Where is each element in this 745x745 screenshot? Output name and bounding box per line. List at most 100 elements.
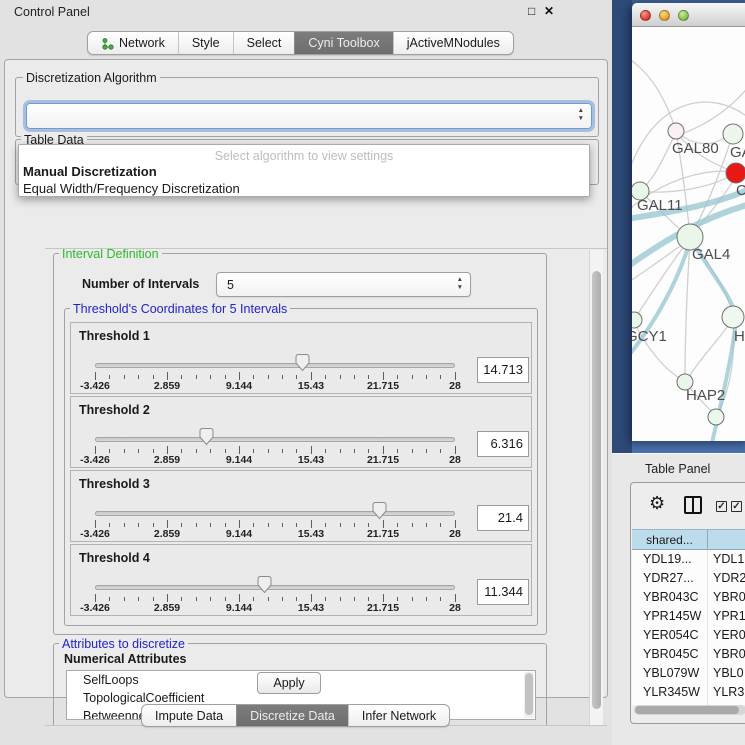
table-row[interactable]: YBR045CYBR0 [632, 645, 745, 664]
cell-shared-name[interactable]: YLR345W [632, 683, 708, 702]
table-row[interactable]: YER054CYER0 [632, 626, 745, 645]
close-icon[interactable]: ✕ [544, 4, 554, 18]
cell-shared-name[interactable]: YBL079W [632, 664, 708, 683]
apply-button[interactable]: Apply [257, 672, 321, 694]
network-node[interactable] [726, 163, 745, 183]
close-traffic-light-icon[interactable] [640, 10, 651, 21]
slider-tick-label: 28 [449, 380, 461, 392]
algorithm-dropdown-popup: Select algorithm to view settings Manual… [18, 144, 590, 197]
tab-discretize-data[interactable]: Discretize Data [236, 705, 348, 726]
minimize-traffic-light-icon[interactable] [659, 10, 670, 21]
group-title: Threshold's Coordinates for 5 Intervals [70, 302, 290, 316]
tab-style[interactable]: Style [178, 32, 233, 54]
cell-name[interactable]: YDL1 [708, 550, 744, 569]
slider-tick-labels: -3.4262.8599.14415.4321.71528 [71, 528, 531, 540]
threshold-slider-thumb[interactable] [256, 575, 273, 594]
slider-tick-labels: -3.4262.8599.14415.4321.71528 [71, 602, 531, 614]
scrollbar-thumb[interactable] [592, 271, 601, 709]
threshold-slider-thumb[interactable] [198, 427, 215, 446]
threshold-label: Threshold 2 [79, 403, 150, 417]
threshold-card: Threshold 4 -3.4262.8599.14415.4321.7152… [70, 544, 532, 616]
threshold-slider-track[interactable] [95, 511, 455, 516]
threshold-slider-track[interactable] [95, 363, 455, 368]
network-node[interactable] [668, 123, 684, 139]
cell-name[interactable]: YBR0 [708, 588, 745, 607]
dropdown-option-manual[interactable]: Manual Discretization [19, 163, 589, 180]
tab-label: jActiveMNodules [407, 36, 500, 50]
network-canvas[interactable]: GAL80GACGAL11GAL4HGCY1HAP2 [632, 27, 745, 441]
cell-name[interactable]: YBL0 [708, 664, 744, 683]
tab-cyni-toolbox[interactable]: Cyni Toolbox [294, 32, 392, 54]
table-row[interactable]: YLR345WYLR3 [632, 683, 745, 702]
slider-tick-label: 21.715 [367, 380, 399, 392]
table-row[interactable]: YBL079WYBL0 [632, 664, 745, 683]
control-panel-title: Control Panel [14, 5, 90, 19]
network-tab-icon [101, 37, 114, 50]
slider-tick-labels: -3.4262.8599.14415.4321.71528 [71, 454, 531, 466]
threshold-value-field[interactable]: 6.316 [477, 431, 529, 457]
threshold-slider-thumb[interactable] [294, 353, 311, 372]
cell-name[interactable]: YBR0 [708, 645, 745, 664]
cell-shared-name[interactable]: YER054C [632, 626, 708, 645]
network-node[interactable] [708, 409, 724, 425]
slider-tick-label: 2.859 [154, 602, 180, 614]
network-node[interactable] [632, 312, 642, 328]
group-title: Attributes to discretize [59, 637, 188, 651]
threshold-value-field[interactable]: 11.344 [477, 579, 529, 605]
table-horizontal-scrollbar[interactable] [634, 705, 745, 715]
slider-tick-label: 21.715 [367, 528, 399, 540]
threshold-card: Threshold 2 -3.4262.8599.14415.4321.7152… [70, 396, 532, 468]
gear-icon[interactable]: ⚙ [649, 493, 665, 514]
threshold-slider-track[interactable] [95, 437, 455, 442]
cell-shared-name[interactable]: YDR27... [632, 569, 708, 588]
attributes-scrollbar[interactable] [524, 672, 534, 718]
slider-tick-label: -3.426 [80, 602, 110, 614]
tab-infer-network[interactable]: Infer Network [348, 705, 449, 726]
table-row[interactable]: YBR043CYBR0 [632, 588, 745, 607]
cell-shared-name[interactable]: YDL19... [632, 550, 708, 569]
checkbox-icon[interactable]: ✓ [716, 501, 727, 512]
zoom-traffic-light-icon[interactable] [678, 10, 689, 21]
network-window-titlebar[interactable] [632, 3, 745, 27]
network-node[interactable] [723, 124, 743, 144]
columns-icon[interactable] [684, 496, 702, 514]
cell-shared-name[interactable]: YBR043C [632, 588, 708, 607]
tab-impute-data[interactable]: Impute Data [142, 705, 236, 726]
tab-label: Impute Data [155, 709, 223, 723]
desktop-shadow-band [612, 0, 632, 453]
table-toolbar: ⚙ ✓ ✓ [631, 483, 745, 528]
checkbox-icon[interactable]: ✓ [731, 501, 742, 512]
dropdown-placeholder: Select algorithm to view settings [19, 145, 589, 163]
dropdown-option-equal-width[interactable]: Equal Width/Frequency Discretization [19, 180, 589, 197]
number-of-intervals-combobox[interactable]: 5 ▲▼ [216, 272, 471, 297]
tab-jactivemnodules[interactable]: jActiveMNodules [393, 32, 513, 54]
slider-tick-label: 9.144 [226, 528, 252, 540]
threshold-slider-thumb[interactable] [371, 501, 388, 520]
table-row[interactable]: YDR27...YDR2 [632, 569, 745, 588]
control-panel-tabs: Network Style Select Cyni Toolbox jActiv… [87, 31, 514, 55]
threshold-value-field[interactable]: 14.713 [477, 357, 529, 383]
settings-vertical-scrollbar[interactable] [589, 250, 603, 726]
algorithm-combobox[interactable]: ▲▼ [26, 103, 592, 129]
slider-tick-labels: -3.4262.8599.14415.4321.71528 [71, 380, 531, 392]
network-node[interactable] [722, 306, 744, 328]
float-window-icon[interactable]: □ [528, 4, 535, 18]
tab-select[interactable]: Select [233, 32, 295, 54]
table-row[interactable]: YDL19...YDL1 [632, 550, 745, 569]
table-panel-box: ⚙ ✓ ✓ shared... name YDL19...YDL1YDR27..… [630, 482, 745, 724]
threshold-slider-track[interactable] [95, 585, 455, 590]
threshold-value-field[interactable]: 21.4 [477, 505, 529, 531]
table-row[interactable]: YPR145WYPR1 [632, 607, 745, 626]
cell-shared-name[interactable]: YPR145W [632, 607, 708, 626]
tab-network[interactable]: Network [88, 32, 178, 54]
cell-name[interactable]: YER0 [708, 626, 745, 645]
column-header-shared-name[interactable]: shared... [632, 529, 708, 550]
slider-tick-label: 21.715 [367, 602, 399, 614]
column-header-name[interactable]: name [708, 529, 745, 550]
cell-name[interactable]: YDR2 [708, 569, 745, 588]
cell-shared-name[interactable]: YBR045C [632, 645, 708, 664]
scrollbar-thumb[interactable] [525, 673, 533, 715]
cell-name[interactable]: YPR1 [708, 607, 745, 626]
cell-name[interactable]: YLR3 [708, 683, 744, 702]
scrollbar-thumb[interactable] [635, 706, 739, 714]
